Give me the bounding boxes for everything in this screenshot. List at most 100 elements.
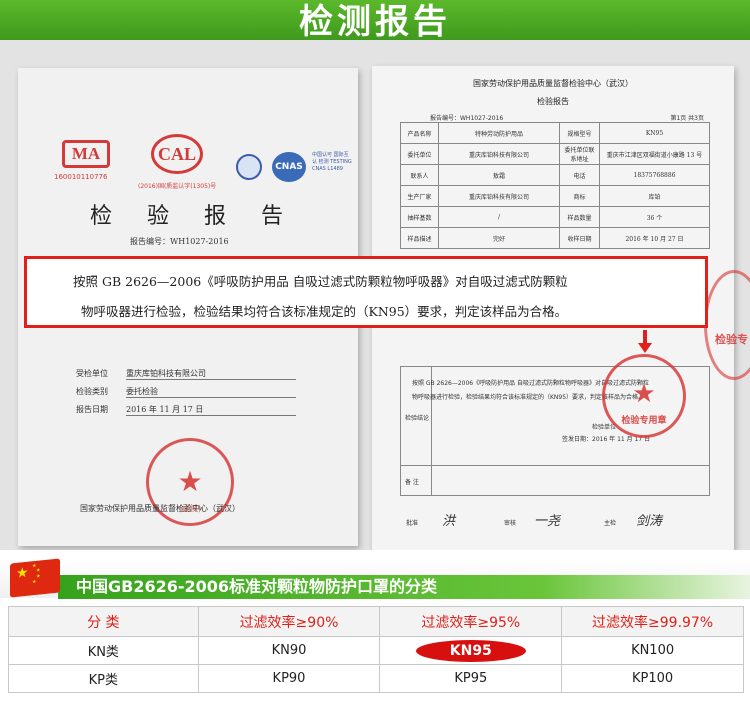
table-cell: 委托单位 <box>400 143 439 165</box>
table-cell: 完好 <box>438 227 560 249</box>
table-row: 抽样基数 / 样品数量 36 个 <box>400 206 710 228</box>
table-header-row: 分 类 过滤效率≥90% 过滤效率≥95% 过滤效率≥99.97% <box>8 606 744 637</box>
seal-text: 检验专用章 <box>621 416 667 426</box>
arrow-shaft <box>643 330 647 344</box>
china-flag-icon: ★ ★ ★ ★ ★ <box>10 558 60 598</box>
report-info-table: 产品名称 特种劳动防护用品 规格型号 KN95 委托单位 重庆库铂科技有限公司 … <box>400 122 710 249</box>
table-row: KP类 KP90 KP95 KP100 <box>8 664 744 693</box>
report-page-count: 第1页 共3页 <box>670 115 704 122</box>
certificate-footer-org: 国家劳动保护用品质量监督检验中心（武汉） <box>80 504 240 513</box>
test-label: 主检 <box>604 520 617 527</box>
info-value: 委托检验 <box>126 386 296 398</box>
table-cell: 产品名称 <box>400 122 439 144</box>
table-cell: 重庆市江津区双福街道小康路 13 号 <box>599 143 710 165</box>
certificate-report-number: 报告编号：WH1027-2016 <box>130 237 229 246</box>
top-banner: 检测报告 <box>0 0 750 40</box>
approve-label: 批准 <box>406 520 419 527</box>
table-row: 产品名称 特种劳动防护用品 规格型号 KN95 <box>400 122 710 144</box>
arrow-head <box>638 343 652 353</box>
table-cell: 生产厂家 <box>400 185 439 207</box>
table-cell: 联系人 <box>400 164 439 186</box>
table-cell: 特种劳动防护用品 <box>438 122 560 144</box>
table-cell: 样品数量 <box>559 206 600 228</box>
test-signature: 剑涛 <box>636 514 663 529</box>
conclusion-label: 检验结论 <box>405 415 430 422</box>
arrow-down-icon <box>638 330 652 354</box>
table-row: 生产厂家 重庆库铂科技有限公司 商标 库铂 <box>400 185 710 207</box>
red-seal: ★ 检验专用章 <box>602 354 686 438</box>
info-value: 重庆库铂科技有限公司 <box>126 368 296 380</box>
report-org: 国家劳动保护用品质量监督检验中心（武汉） <box>473 79 633 88</box>
cal-number: (2016)国(质监认字(1305)号 <box>138 183 217 190</box>
table-row: 联系人 敖霜 电话 18375768886 <box>400 164 710 186</box>
info-label: 检验类别 <box>76 387 108 396</box>
review-signature: 一尧 <box>534 514 561 529</box>
conclusion-callout: 按照 GB 2626—2006《呼吸防护用品 自吸过滤式防颗粒物呼吸器》对自吸过… <box>24 256 708 328</box>
table-cell: KN类 <box>8 636 199 665</box>
info-label: 报告日期 <box>76 405 108 414</box>
cal-logo: CAL <box>151 134 203 174</box>
cnas-caption: 中国认可 国际互认 检测 TESTING CNAS L1489 <box>312 152 352 172</box>
table-cell: 委托单位联系地址 <box>559 143 600 165</box>
classification-table: 分 类 过滤效率≥90% 过滤效率≥95% 过滤效率≥99.97% KN类 KN… <box>8 606 744 693</box>
review-label: 审核 <box>504 520 517 527</box>
table-cell: KN90 <box>197 636 381 665</box>
ma-logo: MA <box>62 140 110 168</box>
table-cell: KP90 <box>197 664 381 693</box>
star-icon: ★ <box>32 578 37 586</box>
table-cell: 商标 <box>559 185 600 207</box>
classification-title: 中国GB2626-2006标准对颗粒物防护口罩的分类 <box>76 577 438 596</box>
certificate-title: 检 验 报 告 <box>90 204 297 229</box>
callout-line: 物呼吸器进行检验，检验结果均符合该标准规定的（KN95）要求，判定该样品为合格。 <box>81 304 568 319</box>
report-title: 检验报告 <box>537 97 569 106</box>
table-cell: / <box>438 206 560 228</box>
info-row: 报告日期 2016 年 11 月 17 日 <box>76 404 296 416</box>
table-cell: 电话 <box>559 164 600 186</box>
table-row: 委托单位 重庆库铂科技有限公司 委托单位联系地址 重庆市江津区双福街道小康路 1… <box>400 143 710 165</box>
table-cell: 重庆库铂科技有限公司 <box>438 143 560 165</box>
ma-number: 160010110776 <box>54 173 108 181</box>
divider <box>401 465 709 466</box>
table-cell: 样品描述 <box>400 227 439 249</box>
info-row: 检验类别 委托检验 <box>76 386 296 398</box>
table-row: KN类 KN90 KN95 KN100 <box>8 636 744 665</box>
star-icon: ★ <box>177 465 203 498</box>
globe-icon <box>236 154 262 180</box>
column-header: 分 类 <box>8 606 199 637</box>
table-cell: 规格型号 <box>559 122 600 144</box>
star-icon: ★ <box>36 573 41 580</box>
table-cell: KN95 <box>599 122 710 144</box>
table-cell: 库铂 <box>599 185 710 207</box>
report-number: 报告编号：WH1027-2016 <box>430 115 504 122</box>
table-cell: 重庆库铂科技有限公司 <box>438 185 560 207</box>
table-cell: KP类 <box>8 664 199 693</box>
column-header: 过滤效率≥90% <box>197 606 381 637</box>
table-cell: 2016 年 10 月 27 日 <box>599 227 710 249</box>
table-cell: 18375768886 <box>599 164 710 186</box>
kn95-badge: KN95 <box>415 639 526 662</box>
conclusion-line: 签发日期：2016 年 11 月 17 日 <box>562 436 651 443</box>
note-label: 备 注 <box>405 479 419 486</box>
table-cell: KP95 <box>379 664 563 693</box>
info-value: 2016 年 11 月 17 日 <box>126 404 296 416</box>
table-cell: KN100 <box>561 636 744 665</box>
column-header: 过滤效率≥95% <box>379 606 563 637</box>
seal-text: 检验专 <box>715 333 748 346</box>
table-cell: KP100 <box>561 664 744 693</box>
info-row: 受检单位 重庆库铂科技有限公司 <box>76 368 296 380</box>
table-cell: 抽样基数 <box>400 206 439 228</box>
star-icon: ★ <box>16 564 29 582</box>
report-photo: MA 160010110776 CAL (2016)国(质监认字(1305)号 … <box>0 40 750 550</box>
banner-title: 检测报告 <box>299 2 451 40</box>
approve-signature: 洪 <box>442 514 456 529</box>
cnas-logo: CNAS <box>272 152 306 182</box>
column-header: 过滤效率≥99.97% <box>561 606 744 637</box>
table-row: 样品描述 完好 收样日期 2016 年 10 月 27 日 <box>400 227 710 249</box>
star-icon: ★ <box>632 379 656 409</box>
table-cell-highlighted: KN95 <box>379 636 563 665</box>
table-cell: 敖霜 <box>438 164 560 186</box>
callout-line: 按照 GB 2626—2006《呼吸防护用品 自吸过滤式防颗粒物呼吸器》对自吸过… <box>73 274 568 289</box>
info-label: 受检单位 <box>76 369 108 378</box>
table-cell: 36 个 <box>599 206 710 228</box>
table-cell: 收样日期 <box>559 227 600 249</box>
